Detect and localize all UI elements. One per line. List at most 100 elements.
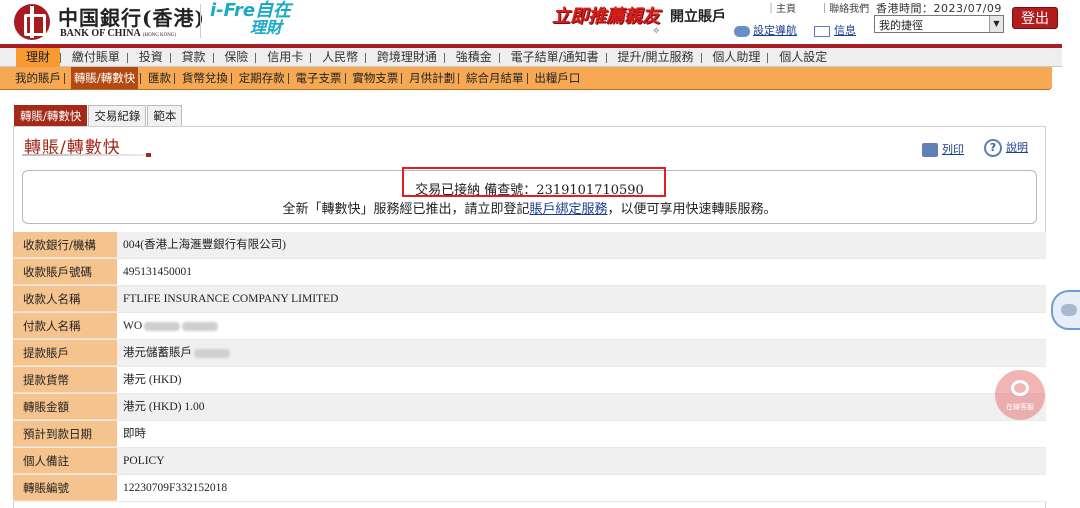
nav-separator xyxy=(443,52,445,63)
contact-link[interactable]: ｜聯絡我們 xyxy=(819,4,879,15)
nav-separator xyxy=(700,52,702,63)
row-label: 轉賬編號 xyxy=(13,475,117,501)
main-nav-item[interactable]: 強積金 xyxy=(449,48,499,67)
main-nav-item[interactable]: 繳付賬單 xyxy=(65,48,127,67)
sub-nav-item[interactable]: 綜合月結單 xyxy=(465,67,525,89)
nav-separator xyxy=(169,52,171,63)
sub-nav-item[interactable]: 月供計劃 xyxy=(408,67,456,89)
home-link[interactable]: ｜主頁 xyxy=(766,4,806,15)
subnav-separator xyxy=(230,73,232,84)
row-value: FTLIFE INSURANCE COMPANY LIMITED xyxy=(117,286,1046,312)
guide-link[interactable]: 設定導航 xyxy=(753,24,797,37)
row-label: 收款人名稱 xyxy=(13,286,117,312)
referral-promo-banner[interactable]: 立即推薦親友 開立賬戶 ✧ xyxy=(552,2,742,38)
row-value: 即時 xyxy=(117,421,1046,447)
row-label: 轉賬金額 xyxy=(13,394,117,420)
tab-templates[interactable]: 範本 xyxy=(147,105,183,126)
row-label: 個人備註 xyxy=(13,448,117,474)
guide-setting[interactable]: 設定導航 xyxy=(734,22,797,38)
top-links: ｜主頁 ｜聯絡我們 xyxy=(766,0,889,15)
envelope-icon xyxy=(814,25,830,37)
main-nav-item[interactable]: 電子結單/通知書 xyxy=(504,48,606,67)
row-value: 港元儲蓄賬戶 xyxy=(117,340,1046,366)
main-nav-item[interactable]: 保險 xyxy=(217,48,255,67)
table-row: 收款銀行/機構 004(香港上海滙豐銀行有限公司) xyxy=(13,232,1046,259)
redacted-mask xyxy=(182,321,219,331)
row-value: WO xyxy=(117,313,1046,339)
row-label: 提款貨幣 xyxy=(13,367,117,393)
shortcut-select-value: 我的捷徑 xyxy=(879,19,923,32)
tab-transfer[interactable]: 轉賬/轉數快 xyxy=(14,105,88,126)
row-value: 495131450001 xyxy=(117,259,1046,285)
table-row: 個人備註 POLICY xyxy=(13,448,1046,475)
main-nav-item[interactable]: 信用卡 xyxy=(260,48,310,67)
message[interactable]: 信息 xyxy=(814,22,856,38)
subnav-separator xyxy=(174,73,176,84)
shortcut-select[interactable]: 我的捷徑 ▼ xyxy=(874,15,1004,33)
logo-english-text: BANK OF CHINA (HONG KONG) xyxy=(60,28,177,39)
message-link[interactable]: 信息 xyxy=(834,24,856,37)
subnav-separator xyxy=(287,73,289,84)
table-row: 轉賬金額 港元 (HKD) 1.00 xyxy=(13,394,1046,421)
help-icon: ? xyxy=(984,139,1002,157)
print-link[interactable]: 列印 xyxy=(942,143,964,156)
nav-separator xyxy=(60,52,62,63)
online-cs-button[interactable]: 在線客服 xyxy=(995,370,1045,420)
printer-icon xyxy=(922,143,938,157)
ifre-logo[interactable]: i-Fre自在 理財 xyxy=(210,0,291,40)
row-value: 港元 (HKD) xyxy=(117,367,1046,393)
sub-nav-item[interactable]: 貨幣兌換 xyxy=(181,67,229,89)
row-value: 004(香港上海滙豐銀行有限公司) xyxy=(117,232,1046,258)
title-marker xyxy=(146,153,151,157)
row-label: 付款人名稱 xyxy=(13,313,117,339)
page-tabs: 轉賬/轉數快 交易紀錄 範本 xyxy=(14,105,183,126)
chevron-down-icon[interactable]: ▼ xyxy=(989,16,1003,32)
table-row: 轉賬編號 12230709F332152018 xyxy=(13,475,1046,502)
subnav-separator xyxy=(344,73,346,84)
table-row: 付款人名稱 WO xyxy=(13,313,1046,340)
promo-red-text: 立即推薦親友 xyxy=(552,6,660,27)
row-label: 預計到款日期 xyxy=(13,421,117,447)
main-nav-item[interactable]: 個人助理 xyxy=(705,48,767,67)
print-action[interactable]: 列印 xyxy=(922,141,964,157)
sub-nav-item[interactable]: 匯款 xyxy=(147,67,172,89)
main-nav-item[interactable]: 投資 xyxy=(132,48,170,67)
main-nav-item[interactable]: 貸款 xyxy=(175,48,213,67)
tab-records[interactable]: 交易紀錄 xyxy=(88,105,147,126)
nav-separator xyxy=(365,52,367,63)
subnav-separator xyxy=(64,73,65,84)
table-row: 預計到款日期 即時 xyxy=(13,421,1046,448)
hk-time: 香港時間：2023/07/09 xyxy=(876,2,1002,15)
main-nav-item[interactable]: 跨境理財通 xyxy=(370,48,444,67)
nav-separator xyxy=(605,52,607,63)
subnav-separator xyxy=(401,73,403,84)
nav-separator xyxy=(498,52,500,63)
main-nav-item[interactable]: 個人設定 xyxy=(772,48,834,67)
sub-nav-item[interactable]: 我的賬戶 xyxy=(14,67,62,89)
guide-icon xyxy=(734,25,750,37)
help-link[interactable]: 說明 xyxy=(1006,141,1028,154)
nav-separator xyxy=(255,52,257,63)
sub-nav-item[interactable]: 電子支票 xyxy=(295,67,343,89)
nav-separator xyxy=(310,52,312,63)
row-label: 收款賬戶號碼 xyxy=(13,259,117,285)
main-nav-item[interactable]: 理財 xyxy=(16,48,61,67)
main-nav-item[interactable]: 人民幣 xyxy=(315,48,365,67)
chatbot-icon[interactable] xyxy=(1051,290,1080,330)
logout-button[interactable]: 登出 xyxy=(1012,7,1058,29)
redacted-mask xyxy=(194,348,230,358)
main-nav-item[interactable]: 提升/開立服務 xyxy=(610,48,700,67)
main-nav: 理財 繳付賬單 投資 貸款 保險 信用卡 人民幣 跨境理財通 強積金 電子結單/… xyxy=(0,48,1062,67)
sub-nav-item[interactable]: 實物支票 xyxy=(351,67,399,89)
sub-nav-item-active[interactable]: 轉賬/轉數快 xyxy=(70,67,139,89)
sub-nav-item[interactable]: 定期存款 xyxy=(238,67,286,89)
account-binding-link[interactable]: 賬戶綁定服務 xyxy=(529,202,607,217)
logo-chinese-text: 中国銀行(香港) xyxy=(58,6,205,30)
bank-logo[interactable]: 中国銀行(香港) BANK OF CHINA (HONG KONG) xyxy=(14,2,204,40)
title-underline xyxy=(22,154,150,156)
logo-divider xyxy=(200,4,201,38)
sub-nav-item[interactable]: 出糧戶口 xyxy=(533,67,581,89)
help-action[interactable]: ? 說明 xyxy=(984,139,1028,157)
row-label: 提款賬戶 xyxy=(13,340,117,366)
nav-separator xyxy=(767,52,769,63)
